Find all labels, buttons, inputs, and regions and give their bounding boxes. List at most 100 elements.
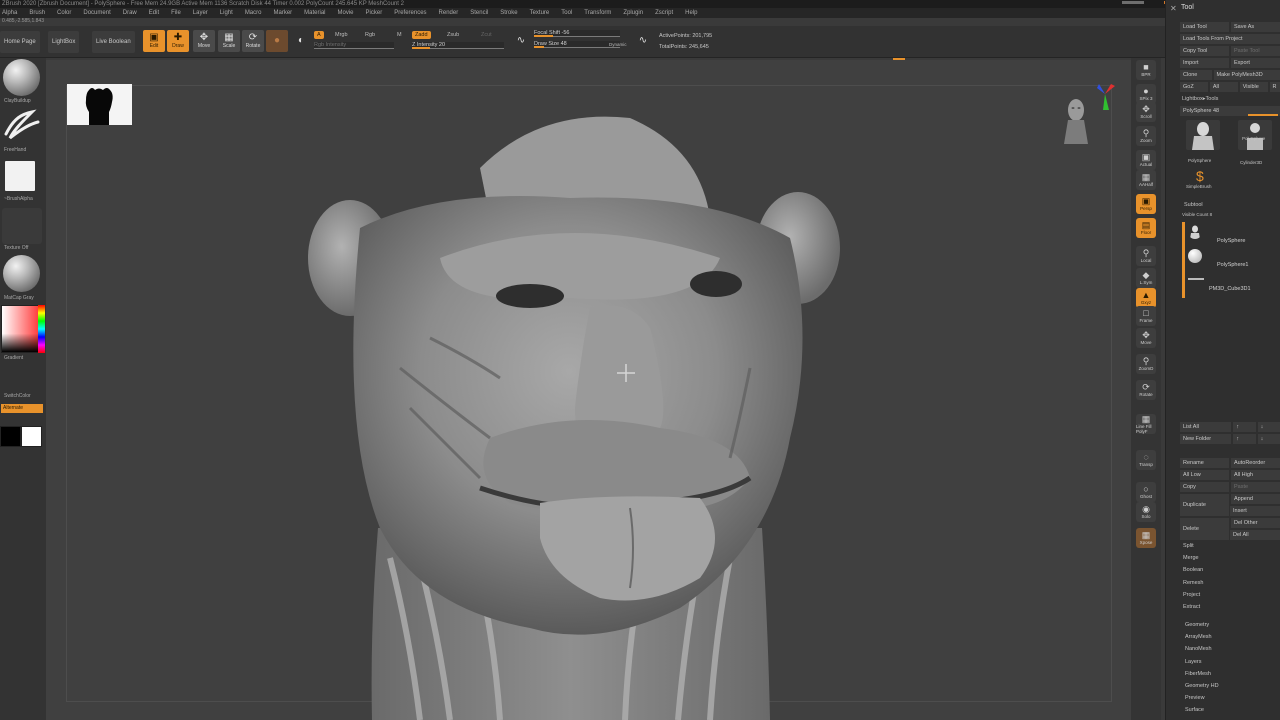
palette-arraymesh[interactable]: ArrayMesh xyxy=(1185,634,1212,640)
all-high-button[interactable]: All High xyxy=(1231,470,1280,480)
local-button[interactable]: ⚲ Local xyxy=(1136,246,1156,266)
palette-surface[interactable]: Surface xyxy=(1185,707,1204,713)
palette-fibermesh[interactable]: FiberMesh xyxy=(1185,671,1211,677)
stroke-thumbnail[interactable] xyxy=(2,108,42,144)
goz-button[interactable]: GoZ xyxy=(1180,82,1208,92)
menu-item-stroke[interactable]: Stroke xyxy=(500,8,517,18)
focal-shift-slider[interactable]: Focal Shift -56 xyxy=(534,30,620,37)
axis-gizmo-icon[interactable] xyxy=(1095,84,1115,112)
scroll-button[interactable]: ✥ Scroll xyxy=(1136,102,1156,122)
menu-item-stencil[interactable]: Stencil xyxy=(470,8,488,18)
clone-button[interactable]: Clone xyxy=(1180,70,1212,80)
palette-nanomesh[interactable]: NanoMesh xyxy=(1185,646,1212,652)
folder-down-button[interactable]: ↓ xyxy=(1257,434,1280,444)
new-folder-button[interactable]: New Folder xyxy=(1180,434,1232,444)
zoom-button[interactable]: ⚲ Zoom xyxy=(1136,126,1156,146)
menu-item-edit[interactable]: Edit xyxy=(149,8,159,18)
subtool-item-3[interactable]: PM3D_Cube3D1 xyxy=(1185,276,1277,298)
live-boolean-button[interactable]: Live Boolean xyxy=(92,31,135,53)
down-arrow-button[interactable]: ↓ xyxy=(1257,422,1280,432)
up-arrow-button[interactable]: ↑ xyxy=(1233,422,1256,432)
mrgb-toggle[interactable]: Mrgb xyxy=(332,31,351,39)
menu-item-light[interactable]: Light xyxy=(220,8,233,18)
delete-button[interactable]: Delete xyxy=(1180,518,1229,540)
material-swatch-button[interactable]: ● xyxy=(266,30,288,52)
home-page-button[interactable]: Home Page xyxy=(0,31,40,53)
ghost-button[interactable]: ○ Ghost xyxy=(1136,482,1156,502)
export-button[interactable]: Export xyxy=(1231,58,1280,68)
menu-item-draw[interactable]: Draw xyxy=(123,8,137,18)
insert-button[interactable]: Insert xyxy=(1230,506,1280,516)
menu-item-transform[interactable]: Transform xyxy=(584,8,611,18)
switchcolor-label[interactable]: SwitchColor xyxy=(4,393,31,399)
save-as-button[interactable]: Save As xyxy=(1231,22,1280,32)
paste-tool-button[interactable]: Paste Tool xyxy=(1231,46,1280,56)
menu-item-material[interactable]: Material xyxy=(304,8,325,18)
menu-item-file[interactable]: File xyxy=(171,8,181,18)
xpose-button[interactable]: ▦ Xpose xyxy=(1136,528,1156,548)
rgb-toggle[interactable]: Rgb xyxy=(362,31,378,39)
menu-item-render[interactable]: Render xyxy=(439,8,459,18)
menu-item-brush[interactable]: Brush xyxy=(29,8,45,18)
m-toggle[interactable]: M xyxy=(394,31,405,39)
menu-item-alpha[interactable]: Alpha xyxy=(2,8,17,18)
goz-all-button[interactable]: All xyxy=(1209,82,1238,92)
duplicate-button[interactable]: Duplicate xyxy=(1180,494,1229,516)
load-tool-button[interactable]: Load Tool xyxy=(1180,22,1229,32)
menu-item-movie[interactable]: Movie xyxy=(338,8,354,18)
import-button[interactable]: Import xyxy=(1180,58,1229,68)
edit-button[interactable]: ▣ Edit xyxy=(143,30,165,52)
subtool-section-merge[interactable]: Merge xyxy=(1183,555,1199,561)
visible-count[interactable]: Visible Count 8 xyxy=(1182,212,1212,217)
menu-item-tool[interactable]: Tool xyxy=(561,8,572,18)
gyro-button[interactable]: ◐ xyxy=(290,30,312,52)
navigation-gizmo[interactable] xyxy=(1062,92,1090,148)
del-other-button[interactable]: Del Other xyxy=(1231,518,1280,528)
move-button[interactable]: ✥ Move xyxy=(1136,328,1156,348)
subtool-section-project[interactable]: Project xyxy=(1183,592,1200,598)
make-polymesh3d-button[interactable]: Make PolyMesh3D xyxy=(1213,70,1280,80)
gxyz-button[interactable]: ▲ Gxyz xyxy=(1136,288,1156,308)
linefill-button[interactable]: ▦ Line Fill PolyF xyxy=(1136,414,1156,434)
subtool-section-remesh[interactable]: Remesh xyxy=(1183,580,1203,586)
persp-button[interactable]: ▣ Persp xyxy=(1136,194,1156,214)
frame-button[interactable]: □ Frame xyxy=(1136,306,1156,326)
copy-button[interactable]: Copy xyxy=(1180,482,1229,492)
close-icon[interactable]: ✕ xyxy=(1170,4,1177,13)
rotate-button[interactable]: ⟳ Rotate xyxy=(1136,380,1156,400)
menu-item-help[interactable]: Help xyxy=(685,8,697,18)
move-button[interactable]: ✥ Move xyxy=(193,30,215,52)
quicksave-indicator[interactable] xyxy=(1122,1,1144,4)
draw-button[interactable]: ✚ Draw xyxy=(167,30,189,52)
subtool-item-2[interactable]: PolySphere1 xyxy=(1185,246,1277,268)
subtool-section-split[interactable]: Split xyxy=(1183,543,1194,549)
rgb-intensity-slider[interactable]: Rgb Intensity xyxy=(314,42,394,49)
list-all-button[interactable]: List All xyxy=(1180,422,1232,432)
alternate-button[interactable]: Alternate xyxy=(1,404,43,413)
menu-item-color[interactable]: Color xyxy=(57,8,71,18)
spix-button[interactable]: ● SPix 3 xyxy=(1136,84,1156,104)
append-button[interactable]: Append xyxy=(1231,494,1280,504)
load-tools-from-project-button[interactable]: Load Tools From Project xyxy=(1180,34,1280,44)
palette-layers[interactable]: Layers xyxy=(1185,659,1202,665)
transp-button[interactable]: ◌ Transp xyxy=(1136,450,1156,470)
z-intensity-slider[interactable]: Z Intensity 20 xyxy=(412,42,504,49)
goz-visible-button[interactable]: Visible xyxy=(1239,82,1268,92)
floor-button[interactable]: ▤ Floor xyxy=(1136,218,1156,238)
menu-item-zscript[interactable]: Zscript xyxy=(655,8,673,18)
rename-button[interactable]: Rename xyxy=(1180,458,1229,468)
dynamic-toggle[interactable]: Dynamic xyxy=(606,41,630,49)
material-thumbnail[interactable] xyxy=(3,255,40,292)
silhouette-thumbnail[interactable] xyxy=(67,84,132,125)
sculpt-model[interactable] xyxy=(300,108,845,720)
hue-strip[interactable] xyxy=(38,305,45,353)
rotate-button[interactable]: ⟳ Rotate xyxy=(242,30,264,52)
palette-preview[interactable]: Preview xyxy=(1185,695,1205,701)
alpha-thumbnail[interactable] xyxy=(5,161,35,191)
subtool-section-title[interactable]: Subtool xyxy=(1184,202,1203,208)
del-all-button[interactable]: Del All xyxy=(1230,530,1280,540)
menu-item-zplugin[interactable]: Zplugin xyxy=(623,8,643,18)
subtool-section-extract[interactable]: Extract xyxy=(1183,604,1200,610)
menu-item-marker[interactable]: Marker xyxy=(273,8,292,18)
lightbox-tools-link[interactable]: Lightbox▸Tools xyxy=(1182,96,1218,102)
